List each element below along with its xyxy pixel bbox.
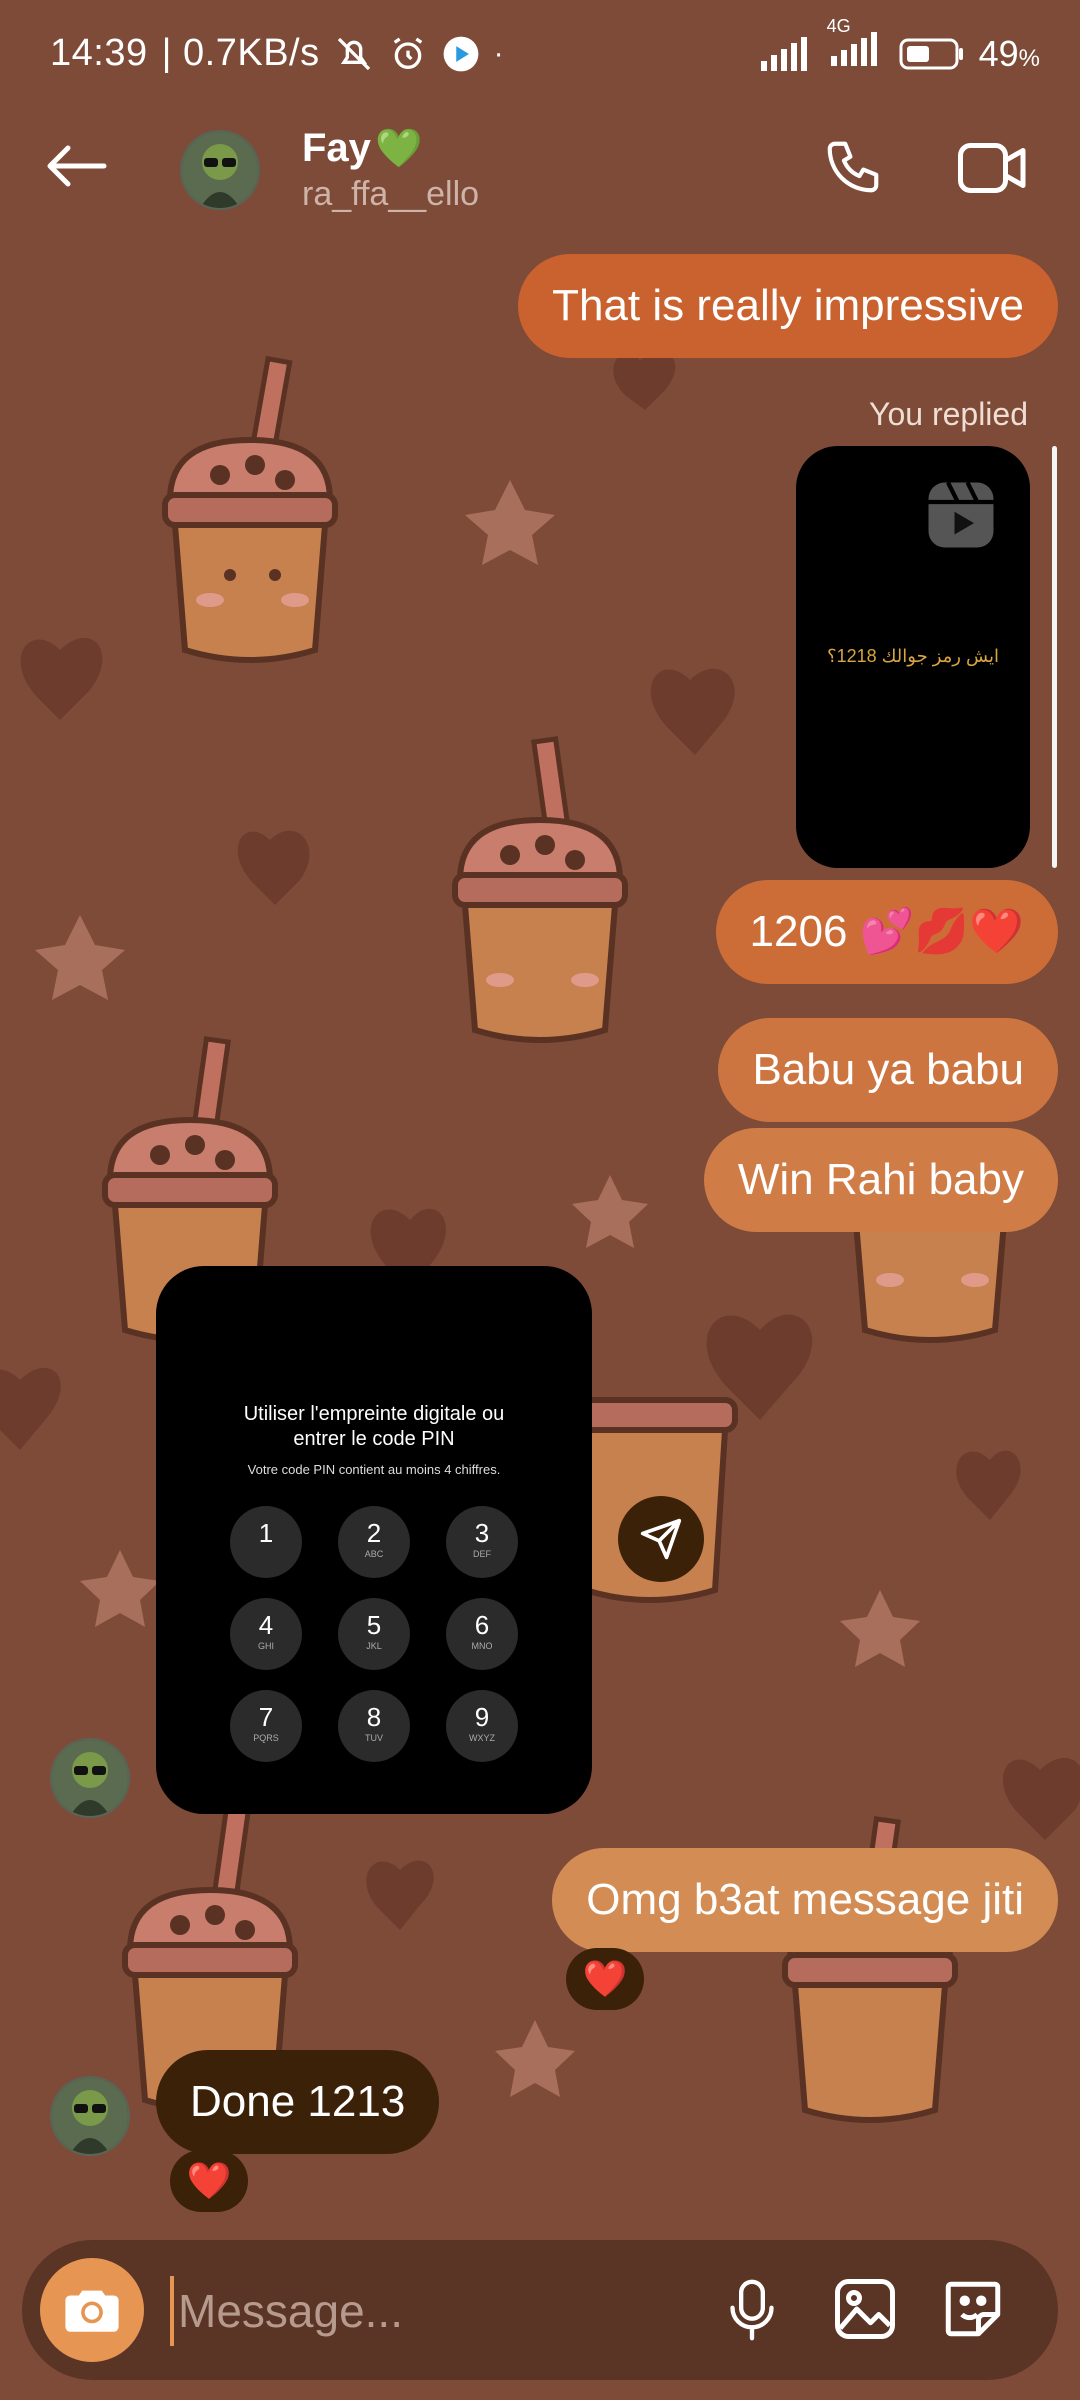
pin-key-letters: WXYZ — [469, 1733, 495, 1743]
phone-call-icon[interactable] — [822, 136, 884, 198]
mute-icon — [337, 37, 370, 70]
you-replied-label: You replied — [869, 396, 1028, 432]
pin-key: 8 TUV — [338, 1690, 410, 1762]
pin-key: 9 WXYZ — [446, 1690, 518, 1762]
sent-message[interactable]: 1206 💕💋❤️ — [715, 880, 1058, 984]
sent-message[interactable]: Omg b3at message jiti — [552, 1848, 1058, 1952]
play-store-icon — [443, 36, 479, 71]
pin-key-letters: JKL — [366, 1641, 382, 1651]
contact-name: Fay — [302, 126, 371, 170]
sender-avatar[interactable] — [50, 2076, 130, 2156]
video-call-icon[interactable] — [958, 140, 1028, 196]
signal-4g: 4G — [823, 16, 885, 75]
status-bar-left: 14:39 | 0.7KB/s · — [50, 32, 504, 75]
pin-key-digit: 9 — [474, 1702, 490, 1732]
status-time: 14:39 — [50, 32, 148, 74]
pin-key-digit: 6 — [474, 1610, 490, 1640]
signal-icon — [760, 36, 807, 71]
pin-subtitle: Votre code PIN contient au moins 4 chiff… — [247, 1462, 501, 1477]
pin-key-digit: 5 — [366, 1610, 382, 1640]
chat-header: Fay 💚 ra_ffa__ello — [0, 110, 1080, 240]
camera-button[interactable] — [40, 2258, 144, 2362]
reply-quote-bar — [1052, 446, 1057, 868]
network-type-label: 4G — [826, 16, 851, 36]
pin-key-letters: ABC — [364, 1549, 384, 1559]
sticker-icon[interactable] — [940, 2276, 1006, 2342]
pin-key-letters: MNO — [471, 1641, 493, 1651]
camera-icon — [65, 2290, 119, 2332]
sent-message[interactable]: Win Rahi baby — [703, 1128, 1058, 1232]
pin-key: 1 — [230, 1506, 302, 1578]
back-arrow-icon[interactable] — [44, 144, 108, 188]
pin-key-letters: GHI — [257, 1641, 274, 1651]
status-dot: · — [493, 36, 505, 70]
pin-key-letters: PQRS — [253, 1733, 279, 1743]
battery-level: 49% — [979, 33, 1040, 75]
contact-name-emoji: 💚 — [375, 128, 423, 170]
pin-key-letters: TUV — [365, 1733, 383, 1743]
message-reaction[interactable]: ❤️ — [566, 1948, 644, 2010]
pin-key-digit: 3 — [474, 1518, 490, 1548]
pin-key: 3 DEF — [446, 1506, 518, 1578]
alarm-icon — [393, 37, 422, 69]
battery-icon — [899, 38, 963, 69]
pin-key: 6 MNO — [446, 1598, 518, 1670]
pin-key: 5 JKL — [338, 1598, 410, 1670]
contact-info[interactable]: Fay 💚 ra_ffa__ello — [302, 126, 479, 214]
microphone-icon[interactable] — [726, 2276, 778, 2344]
avatar-image — [52, 1740, 128, 1816]
pin-title-line1: Utiliser l'empreinte digitale ou — [243, 1403, 505, 1425]
sent-message[interactable]: Babu ya babu — [718, 1018, 1058, 1122]
pin-key-digit: 7 — [258, 1702, 274, 1732]
contact-handle: ra_ffa__ello — [302, 175, 480, 213]
status-network-speed: | 0.7KB/s — [161, 32, 320, 74]
sender-avatar[interactable] — [50, 1738, 130, 1818]
battery-percent: 49 — [978, 32, 1019, 74]
pin-key: 2 ABC — [338, 1506, 410, 1578]
pin-key-digit: 1 — [258, 1518, 274, 1548]
pin-key: 4 GHI — [230, 1598, 302, 1670]
message-input[interactable] — [170, 2276, 720, 2346]
send-icon — [640, 1518, 682, 1560]
pin-key: 7 PQRS — [230, 1690, 302, 1762]
share-button[interactable] — [618, 1496, 704, 1582]
sent-message[interactable]: That is really impressive — [518, 254, 1058, 358]
pin-title-line2: entrer le code PIN — [293, 1428, 455, 1450]
pin-title: Utiliser l'empreinte digitale ou entrer … — [156, 1402, 592, 1452]
received-image[interactable]: Utiliser l'empreinte digitale ou entrer … — [156, 1266, 592, 1814]
reel-reply-preview[interactable]: ايش رمز جوالك 1218؟ — [796, 446, 1030, 868]
status-bar-right: 4G 49% — [759, 16, 1040, 75]
reel-caption: ايش رمز جوالك 1218؟ — [827, 646, 999, 666]
pin-key-digit: 8 — [366, 1702, 382, 1732]
contact-avatar[interactable] — [180, 130, 260, 210]
pin-key-letters: DEF — [473, 1549, 491, 1559]
signal-4g-icon — [830, 32, 877, 66]
pin-key-digit: 2 — [366, 1518, 382, 1548]
message-reaction[interactable]: ❤️ — [170, 2150, 248, 2212]
gallery-icon[interactable] — [832, 2276, 898, 2342]
reels-icon — [928, 481, 994, 548]
avatar-image — [52, 2078, 128, 2154]
pin-key-digit: 4 — [258, 1610, 274, 1640]
message-composer — [22, 2240, 1058, 2380]
battery-unit: % — [1018, 44, 1040, 72]
avatar-image — [182, 132, 258, 208]
received-message[interactable]: Done 1213 — [156, 2050, 440, 2154]
